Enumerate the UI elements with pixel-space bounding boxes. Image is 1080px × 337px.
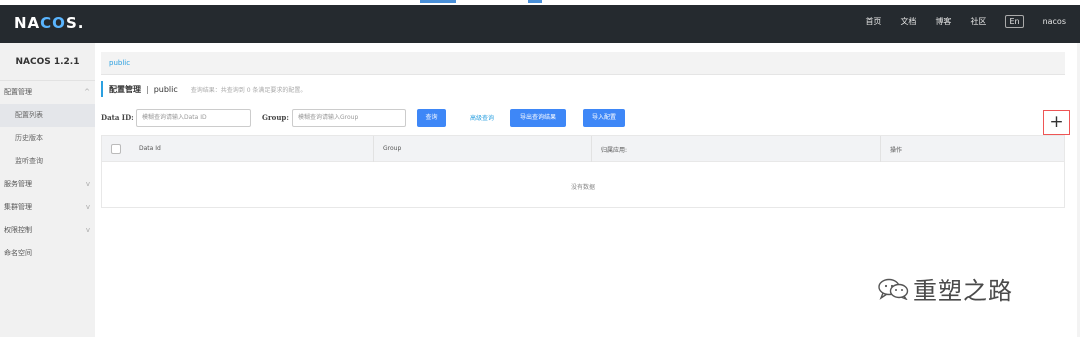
page-title-text: 配置管理 [109, 84, 141, 94]
query-button[interactable]: 查询 [417, 109, 446, 127]
sidebar-item-label: 配置列表 [15, 111, 43, 119]
sidebar: NACOS 1.2.1 配置管理 ^ 配置列表 历史版本 监听查询 服务管理 v… [0, 43, 95, 337]
sidebar-item-label: 权限控制 [4, 226, 32, 234]
add-config-button[interactable]: + [1043, 110, 1070, 135]
column-divider [880, 136, 881, 162]
sidebar-item-config-management[interactable]: 配置管理 ^ [0, 81, 95, 104]
sidebar-item-service-management[interactable]: 服务管理 v [0, 173, 95, 196]
sidebar-item-listener-query[interactable]: 监听查询 [0, 150, 95, 173]
top-nav-links: 首页 文档 博客 社区 En nacos [846, 15, 1066, 28]
top-strip-mark [528, 0, 542, 3]
top-strip-mark [420, 0, 456, 3]
sidebar-item-access-control[interactable]: 权限控制 v [0, 219, 95, 242]
table-header: Data Id Group 归属应用: 操作 [102, 136, 1064, 162]
namespace-tab-public[interactable]: public [109, 59, 130, 67]
page-title: 配置管理 | public 查询结果：共查询到 0 条满足要求的配置。 [101, 81, 306, 97]
empty-table-message: 没有数据 [570, 184, 595, 191]
config-table: Data Id Group 归属应用: 操作 没有数据 [101, 135, 1065, 208]
group-input[interactable]: 模糊查询请输入Group [292, 109, 406, 127]
column-divider [591, 136, 592, 162]
sidebar-item-namespace[interactable]: 命名空间 [0, 242, 95, 265]
column-header-app: 归属应用: [601, 147, 628, 154]
nacos-logo[interactable]: NACOS. [14, 14, 84, 32]
group-label: Group: [262, 113, 289, 122]
query-result-hint: 查询结果：共查询到 0 条满足要求的配置。 [190, 86, 307, 94]
nav-blog-link[interactable]: 博客 [935, 16, 951, 27]
sidebar-item-cluster-management[interactable]: 集群管理 v [0, 196, 95, 219]
current-namespace: public [153, 84, 178, 94]
top-navbar: NACOS. 首页 文档 博客 社区 En nacos [0, 5, 1080, 43]
watermark-text: 重塑之路 [913, 277, 1013, 305]
sidebar-item-label: 服务管理 [4, 180, 32, 188]
version-label: NACOS 1.2.1 [0, 43, 95, 81]
sidebar-item-label: 命名空间 [4, 249, 32, 257]
column-header-data-id: Data Id [139, 145, 161, 152]
sidebar-item-label: 配置管理 [4, 88, 32, 96]
sidebar-item-history[interactable]: 历史版本 [0, 127, 95, 150]
language-toggle[interactable]: En [1005, 15, 1024, 28]
search-form: Data ID: 模糊查询请输入Data ID Group: 模糊查询请输入Gr… [101, 109, 1065, 127]
import-config-button[interactable]: 导入配置 [583, 109, 625, 127]
export-results-button[interactable]: 导出查询结果 [510, 109, 566, 127]
column-divider [373, 136, 374, 162]
wechat-watermark: 重塑之路 [877, 271, 1013, 306]
title-separator: | [146, 84, 149, 94]
sidebar-item-label: 历史版本 [15, 134, 43, 142]
chevron-up-icon: ^ [84, 88, 90, 96]
nav-home-link[interactable]: 首页 [865, 16, 881, 27]
namespace-bar: public [101, 52, 1065, 75]
nav-community-link[interactable]: 社区 [970, 16, 986, 27]
sidebar-item-config-list[interactable]: 配置列表 [0, 104, 95, 127]
chevron-down-icon: v [85, 203, 90, 211]
data-id-input[interactable]: 模糊查询请输入Data ID [136, 109, 251, 127]
sidebar-item-label: 监听查询 [15, 157, 43, 165]
column-header-group: Group [383, 145, 402, 152]
select-all-checkbox[interactable] [111, 144, 121, 154]
wechat-icon [877, 278, 911, 300]
nav-docs-link[interactable]: 文档 [900, 16, 916, 27]
sidebar-item-label: 集群管理 [4, 203, 32, 211]
advanced-query-link[interactable]: 高级查询 [470, 113, 494, 122]
user-menu[interactable]: nacos [1043, 17, 1066, 26]
app-root: NACOS. 首页 文档 博客 社区 En nacos NACOS 1.2.1 … [0, 0, 1080, 337]
chevron-down-icon: v [85, 226, 90, 234]
chevron-down-icon: v [85, 180, 90, 188]
data-id-label: Data ID: [101, 113, 134, 122]
column-header-actions: 操作 [890, 147, 903, 154]
